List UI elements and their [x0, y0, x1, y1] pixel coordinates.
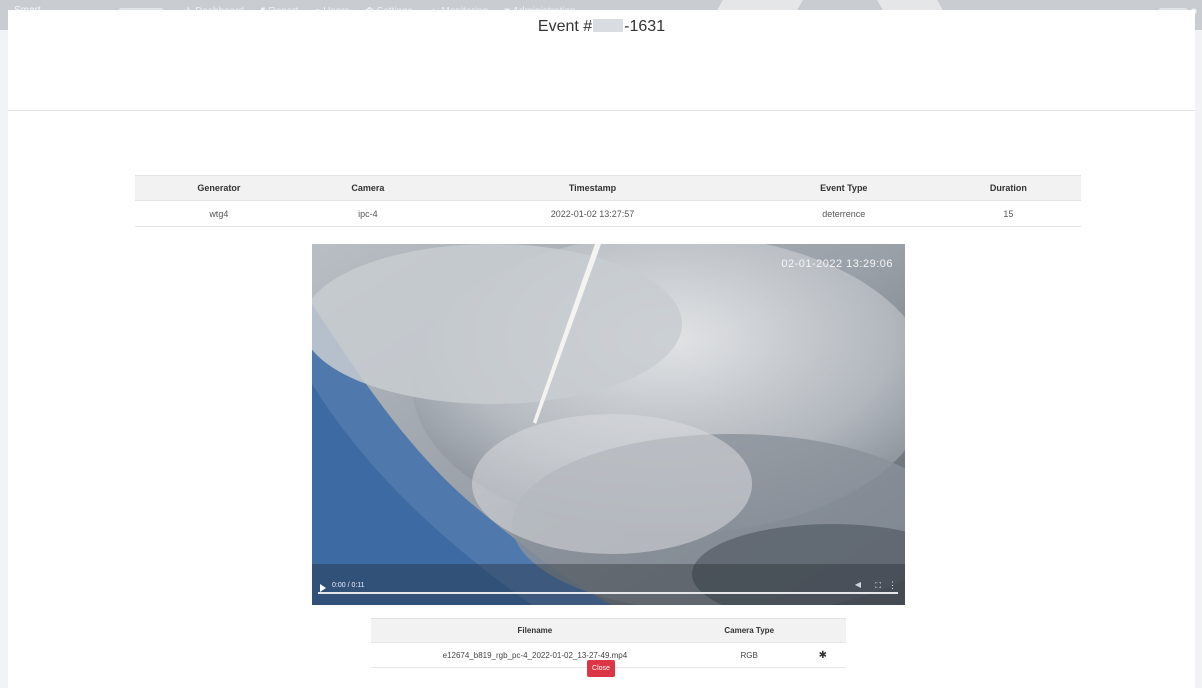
event-info-table: Generator Camera Timestamp Event Type Du… — [135, 175, 1081, 227]
download-icon[interactable]: ✱ — [819, 650, 827, 661]
col-timestamp: Timestamp — [433, 175, 752, 201]
decorative-shape — [717, 0, 803, 10]
play-icon[interactable] — [320, 584, 326, 592]
table-header-row: Filename Camera Type — [371, 618, 846, 643]
cell-camera: ipc-4 — [302, 200, 434, 227]
cell-event-type: deterrence — [751, 200, 936, 227]
video-time: 0:00 / 0:11 — [332, 582, 365, 589]
table-header-row: Generator Camera Timestamp Event Type Du… — [135, 175, 1081, 201]
video-overlay-timestamp: 02-01-2022 13:29:06 — [781, 258, 893, 270]
cell-actions: ✱ — [799, 642, 846, 668]
cell-filename: e12674_b819_rgb_pc-4_2022-01-02_13-27-49… — [371, 642, 699, 668]
decorative-shape — [877, 0, 943, 10]
modal-header: Event # -1631 — [8, 10, 1195, 111]
volume-icon[interactable]: ◀ — [855, 580, 861, 589]
video-frame — [312, 244, 905, 605]
col-duration: Duration — [935, 175, 1081, 201]
cell-timestamp: 2022-01-02 13:27:57 — [433, 200, 752, 227]
table-row: wtg4 ipc-4 2022-01-02 13:27:57 deterrenc… — [135, 200, 1081, 227]
video-controls: 0:00 / 0:11 ◀ ⛶ ⋮ — [312, 575, 905, 605]
col-generator: Generator — [135, 175, 303, 201]
col-event-type: Event Type — [751, 175, 936, 201]
cell-generator: wtg4 — [135, 200, 303, 227]
fullscreen-icon[interactable]: ⛶ — [875, 581, 881, 591]
col-camera-type: Camera Type — [698, 618, 800, 643]
redacted-event-id — [593, 19, 624, 32]
modal-title: Event # -1631 — [537, 18, 666, 35]
col-filename: Filename — [371, 618, 699, 643]
event-video-player[interactable]: 02-01-2022 13:29:06 0:00 / 0:11 ◀ ⛶ ⋮ — [312, 244, 905, 605]
more-options-icon[interactable]: ⋮ — [888, 580, 897, 591]
cell-camera-type: RGB — [698, 642, 800, 668]
video-seek-bar[interactable] — [318, 592, 898, 594]
col-actions — [799, 618, 846, 643]
col-camera: Camera — [302, 175, 434, 201]
cell-duration: 15 — [935, 200, 1081, 227]
event-modal: Event # -1631 Generator Camera Timestamp … — [8, 10, 1195, 688]
close-button[interactable]: Close — [587, 660, 615, 677]
